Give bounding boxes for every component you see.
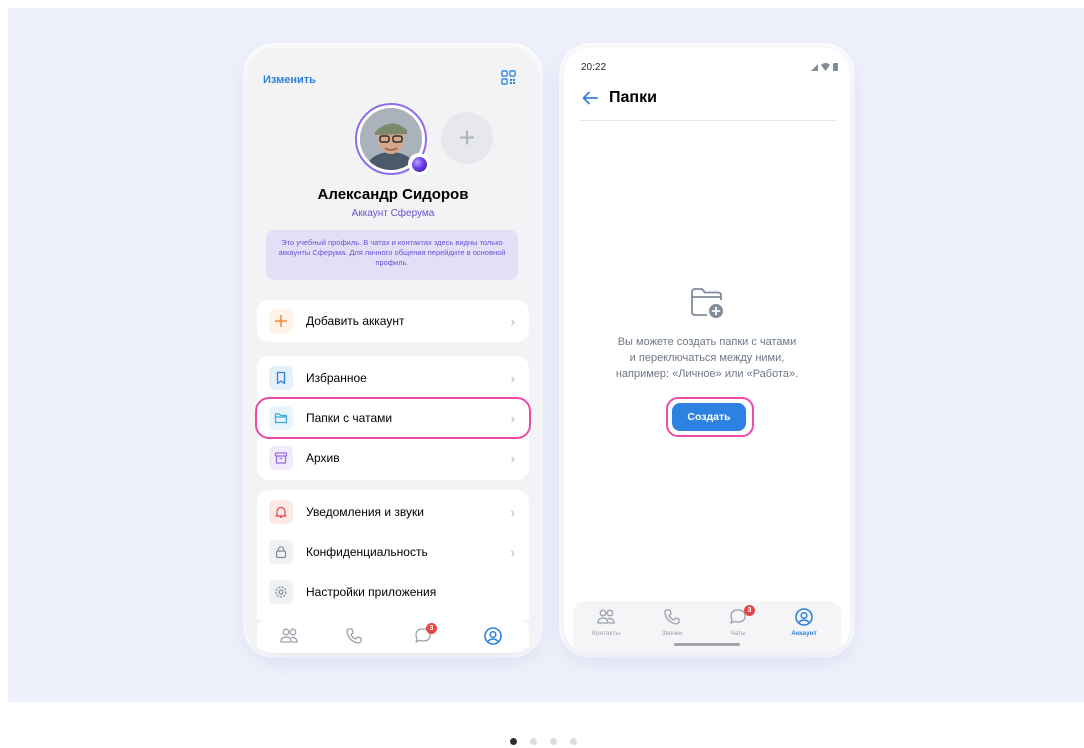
menu-item-label: Архив: [306, 451, 340, 465]
chevron-right-icon: ›: [510, 450, 515, 466]
phone-icon[interactable]: [344, 626, 364, 646]
menu-item-notifications[interactable]: Уведомления и звуки ›: [257, 492, 529, 532]
chevron-right-icon: ›: [510, 313, 515, 329]
plus-icon: [269, 309, 293, 333]
menu-item-label: Конфиденциальность: [306, 545, 428, 559]
phone-icon: [664, 609, 680, 625]
add-account-card: Добавить аккаунт ›: [257, 300, 529, 342]
tab-calls[interactable]: Звонки: [642, 607, 702, 647]
menu-item-label: Избранное: [306, 371, 367, 385]
account-icon[interactable]: [483, 626, 503, 646]
contacts-icon[interactable]: [279, 626, 299, 646]
add-profile-button[interactable]: +: [441, 112, 493, 164]
menu-item-label: Настройки приложения: [306, 585, 437, 599]
status-time: 20:22: [581, 62, 607, 73]
tab-chats[interactable]: Чаты 3: [708, 605, 768, 647]
edit-profile-link[interactable]: Изменить: [263, 74, 316, 86]
divider: [580, 120, 836, 121]
add-account-label: Добавить аккаунт: [306, 314, 405, 328]
add-account-item[interactable]: Добавить аккаунт ›: [257, 301, 529, 341]
slide-background: Изменить + Александр Сидоров Аккаунт Сфе…: [8, 8, 1084, 702]
bookmark-icon: [269, 366, 293, 390]
account-icon: [795, 608, 813, 626]
chevron-right-icon: ›: [510, 504, 515, 520]
tab-label: Звонки: [661, 630, 683, 637]
status-icons: [811, 63, 838, 71]
tab-account[interactable]: Аккаунт: [774, 607, 834, 647]
create-folder-button[interactable]: Создать: [672, 403, 746, 431]
chevron-right-icon: ›: [510, 370, 515, 386]
menu-group-settings: Уведомления и звуки › Конфиденциальность…: [257, 490, 529, 620]
menu-item-favorites[interactable]: Избранное ›: [257, 358, 529, 398]
qr-code-icon[interactable]: [501, 70, 516, 85]
chevron-right-icon: ›: [510, 544, 515, 560]
carousel-dot-2[interactable]: [530, 738, 537, 745]
profile-name: Александр Сидоров: [317, 186, 469, 203]
sferum-badge-icon: [408, 153, 430, 175]
info-notice: Это учебный профиль. В чатах и контактах…: [266, 230, 518, 280]
chat-folders-highlight: [255, 397, 531, 439]
menu-item-privacy[interactable]: Конфиденциальность ›: [257, 532, 529, 572]
gear-icon: [269, 580, 293, 604]
folder-add-icon: [691, 288, 723, 318]
carousel-dot-1[interactable]: [510, 738, 517, 745]
menu-item-app-settings[interactable]: Настройки приложения: [257, 572, 529, 612]
tab-label: Контакты: [591, 630, 621, 637]
empty-text-line: Вы можете создать папки с чатами: [617, 336, 797, 348]
menu-item-label: Уведомления и звуки: [306, 505, 424, 519]
empty-text-line: и переключаться между ними,: [629, 351, 785, 364]
empty-state-text: Вы можете создать папки с чатами и перек…: [584, 335, 830, 383]
tab-bar: 3: [257, 620, 529, 653]
tab-label: Аккаунт: [791, 630, 817, 637]
carousel-dot-4[interactable]: [570, 738, 577, 745]
archive-icon: [269, 446, 293, 470]
contacts-icon: [597, 609, 615, 624]
account-screen: Изменить + Александр Сидоров Аккаунт Сфе…: [248, 48, 538, 653]
account-type-label: Аккаунт Сферума: [351, 208, 435, 219]
home-indicator: [674, 643, 740, 646]
empty-text-line: например: «Личное» или «Работа».: [615, 367, 799, 380]
chats-unread-badge: 3: [426, 623, 437, 634]
chats-unread-badge: 3: [744, 605, 755, 616]
lock-icon: [269, 540, 293, 564]
back-arrow-icon[interactable]: [581, 89, 599, 107]
tab-label: Чаты: [730, 630, 746, 637]
page-title: Папки: [609, 89, 657, 106]
carousel-dot-3[interactable]: [550, 738, 557, 745]
carousel-dots: [510, 738, 590, 746]
folders-screen: 20:22 Папки Вы можете создать папки с ча…: [564, 48, 850, 653]
tab-contacts[interactable]: Контакты: [576, 607, 636, 647]
menu-item-archive[interactable]: Архив ›: [257, 438, 529, 478]
bell-icon: [269, 500, 293, 524]
